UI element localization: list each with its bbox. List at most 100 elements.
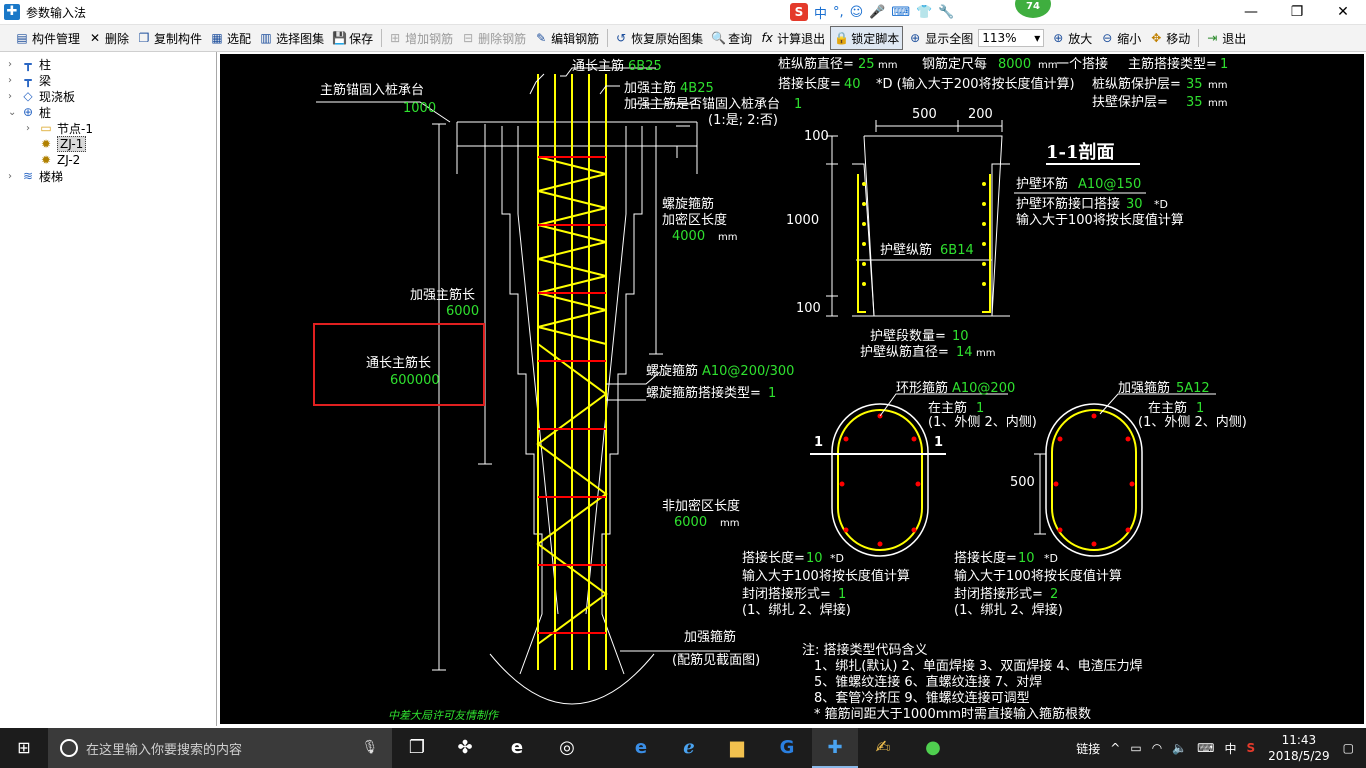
spiral-value[interactable]: A10@200/300	[702, 364, 794, 379]
restore-atlas-button[interactable]: ↺ 恢复原始图集	[611, 27, 706, 49]
in-main2-value[interactable]: 1	[1196, 401, 1204, 416]
keyboard-icon[interactable]: ⌨	[1197, 741, 1214, 755]
exit-button[interactable]: ⇥ 退出	[1202, 27, 1249, 49]
restore-button[interactable]: ❐	[1274, 0, 1320, 24]
taskbar-app-ie-gray[interactable]: e	[494, 728, 540, 768]
reinf-hoop2-value[interactable]: 5A12	[1176, 381, 1210, 396]
ring-hoop-value[interactable]: A10@200	[952, 381, 1015, 396]
taskbar-app-current[interactable]: ✚	[812, 728, 858, 768]
tree-node-beam[interactable]: › ┳ 梁	[8, 72, 51, 88]
lap1-value[interactable]: 10	[806, 551, 823, 566]
in-main-value[interactable]: 1	[976, 401, 984, 416]
zoom-in-button[interactable]: ⊕ 放大	[1048, 27, 1095, 49]
close1-value[interactable]: 1	[838, 587, 846, 602]
select-atlas-button[interactable]: ▥ 选择图集	[256, 27, 327, 49]
anchor-value[interactable]: 1000	[403, 101, 436, 116]
clock[interactable]: 11:43 2018/5/29	[1268, 732, 1330, 764]
battery-icon[interactable]: ▭	[1130, 741, 1141, 755]
spiral-lap-value[interactable]: 1	[768, 386, 776, 401]
expand-icon[interactable]: ›	[8, 59, 18, 70]
taskbar-app-explorer[interactable]: ▆	[714, 728, 760, 768]
ring-value[interactable]: A10@150	[1078, 177, 1141, 192]
wall-long-value[interactable]: 6B14	[940, 243, 974, 258]
delete-button[interactable]: ✕ 删除	[85, 27, 132, 49]
component-tree[interactable]: › ┳ 柱 › ┳ 梁 › ◇ 现浇板 ⌄ ⊕ 桩 › ▭ 节点-1 ✹ ZJ-1 ✹ ZJ-2 › ≋ 楼…	[0, 52, 217, 726]
tree-node-zj-1[interactable]: ✹ ZJ-1	[26, 136, 87, 152]
calc-exit-button[interactable]: fx 计算退出	[757, 27, 828, 49]
speed-badge[interactable]: 74	[1015, 0, 1051, 18]
ime-punct[interactable]: °,	[833, 5, 844, 20]
taskbar-search[interactable]: 在这里输入你要搜索的内容 🎙	[48, 728, 392, 768]
select-config-button[interactable]: ▦ 选配	[207, 27, 254, 49]
ime-tools-icon[interactable]: 🔧	[938, 5, 954, 20]
component-manage-button[interactable]: ▤ 构件管理	[12, 27, 83, 49]
reinf-rebar-value[interactable]: 4B25	[680, 81, 714, 96]
query-button[interactable]: 🔍 查询	[708, 27, 755, 49]
spiral-dense-value[interactable]: 4000	[672, 229, 705, 244]
ime-voice-icon[interactable]: 🎤	[869, 5, 885, 20]
tree-node-column[interactable]: › ┳ 柱	[8, 56, 51, 72]
wall-dia-value[interactable]: 14	[956, 345, 973, 360]
fixed-len-value[interactable]: 8000	[998, 57, 1031, 72]
lap2-value[interactable]: 10	[1018, 551, 1035, 566]
tray-overflow-icon[interactable]: ^	[1110, 741, 1120, 755]
expand-icon[interactable]: ›	[8, 171, 18, 182]
taskbar-app-spiral[interactable]: ◎	[544, 728, 590, 768]
tray-ime[interactable]: 中	[1224, 740, 1236, 757]
main-rebar-value[interactable]: 6B25	[628, 59, 662, 74]
ime-skin-icon[interactable]: 👕	[916, 5, 932, 20]
add-rebar-button[interactable]: ⊞ 增加钢筋	[385, 27, 456, 49]
taskbar-app-ie[interactable]: ℯ	[666, 728, 712, 768]
delete-rebar-button[interactable]: ⊟ 删除钢筋	[458, 27, 529, 49]
taskbar-app-edge[interactable]: e	[618, 728, 664, 768]
taskbar-app-green[interactable]: ●	[910, 728, 956, 768]
volume-icon[interactable]: 🔈	[1172, 741, 1187, 755]
lock-script-button[interactable]: 🔒 锁定脚本	[830, 26, 904, 50]
taskbar-app-notes[interactable]: ✍	[860, 728, 906, 768]
close-button[interactable]: ✕	[1320, 0, 1366, 24]
edit-rebar-button[interactable]: ✎ 编辑钢筋	[531, 27, 602, 49]
expand-icon[interactable]: ›	[8, 75, 18, 86]
copy-component-button[interactable]: ❐ 复制构件	[134, 27, 205, 49]
lap-len-value[interactable]: 40	[844, 77, 861, 92]
expand-icon[interactable]: ›	[26, 123, 36, 134]
show-all-button[interactable]: ⊕ 显示全图	[905, 27, 976, 49]
sogou-tray-icon[interactable]: S	[1246, 741, 1255, 755]
taskbar-app-fan[interactable]: ✤	[442, 728, 488, 768]
zoom-out-button[interactable]: ⊖ 缩小	[1097, 27, 1144, 49]
close2-value[interactable]: 2	[1050, 587, 1058, 602]
ime-toolbar[interactable]: S 中 °, ☺ 🎤 ⌨ 👕 🔧	[790, 1, 955, 23]
tree-node-stair[interactable]: › ≋ 楼梯	[8, 168, 63, 184]
tree-node-pile[interactable]: ⌄ ⊕ 桩	[8, 104, 51, 120]
drawing-canvas[interactable]: 主筋锚固入桩承台 1000 通长主筋 6B25 加强主筋 4B25 加强主筋是否…	[220, 54, 1364, 724]
pan-button[interactable]: ✥ 移动	[1146, 27, 1193, 49]
taskbar-app-g[interactable]: G	[764, 728, 810, 768]
tray-link[interactable]: 链接	[1076, 740, 1100, 757]
tree-node-zj-2[interactable]: ✹ ZJ-2	[26, 152, 80, 168]
expand-icon[interactable]: ›	[8, 91, 18, 102]
seg-count-value[interactable]: 10	[952, 329, 969, 344]
ime-keyboard-icon[interactable]: ⌨	[891, 5, 910, 20]
wifi-icon[interactable]: ◠	[1152, 741, 1162, 755]
zoom-select[interactable]: 113% ▾	[978, 29, 1045, 47]
collapse-icon[interactable]: ⌄	[8, 107, 18, 118]
tree-node-joint-1[interactable]: › ▭ 节点-1	[26, 120, 93, 136]
ring-lap-value[interactable]: 30	[1126, 197, 1143, 212]
tree-node-slab[interactable]: › ◇ 现浇板	[8, 88, 75, 104]
nondense-value[interactable]: 6000	[674, 515, 707, 530]
save-button[interactable]: 💾 保存	[329, 27, 376, 49]
reinf-len-value[interactable]: 6000	[446, 304, 479, 319]
start-button[interactable]: ⊞	[0, 728, 48, 768]
ime-lang[interactable]: 中	[814, 3, 827, 22]
notification-icon[interactable]: ▢	[1343, 741, 1354, 755]
full-len-value[interactable]: 600000	[390, 373, 440, 388]
microphone-icon[interactable]: 🎙	[361, 740, 378, 755]
task-view-button[interactable]: ❐	[394, 728, 440, 768]
ime-emoji-icon[interactable]: ☺	[850, 5, 864, 20]
anchor-flag-value[interactable]: 1	[794, 97, 802, 112]
cover-value[interactable]: 35	[1186, 77, 1203, 92]
pile-dia-value[interactable]: 25	[858, 57, 875, 72]
wall-cover-value[interactable]: 35	[1186, 95, 1203, 110]
minimize-button[interactable]: —	[1228, 0, 1274, 24]
lap-type-value[interactable]: 1	[1220, 57, 1228, 72]
